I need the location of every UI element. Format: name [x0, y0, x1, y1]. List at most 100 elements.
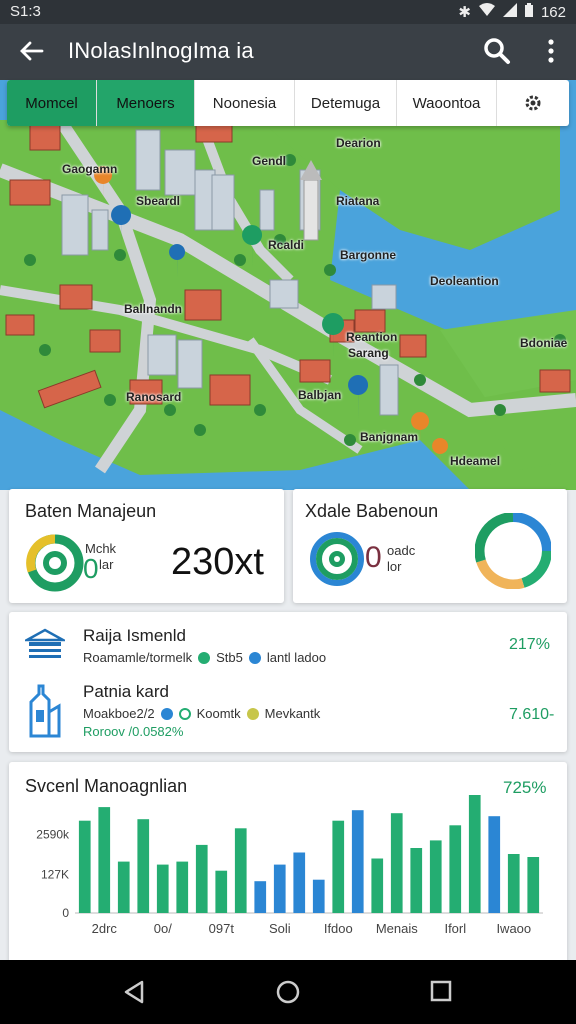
chart-bar[interactable] — [488, 816, 501, 913]
settings-tab[interactable] — [497, 80, 569, 126]
legend-dot — [248, 651, 261, 664]
chart-bar[interactable] — [293, 852, 306, 914]
chart-bar[interactable] — [273, 864, 286, 913]
chart-bar[interactable] — [371, 858, 384, 914]
status-time: S1:3 — [10, 3, 41, 20]
y-tick-label: 127K — [41, 868, 69, 882]
chart-bar[interactable] — [98, 807, 111, 913]
map-label: Gaogamn — [62, 162, 118, 176]
x-tick-label: 097t — [209, 921, 235, 936]
map-label: Ballnandn — [124, 302, 183, 316]
donut-icon — [310, 532, 364, 586]
chart-bar[interactable] — [351, 810, 364, 913]
map-label: Reantion — [346, 330, 398, 344]
list-item-subtext: Roroov /0.0582% — [83, 724, 184, 739]
map-label: Balbjan — [298, 388, 342, 402]
city-icon — [29, 684, 61, 738]
tab-menoers[interactable]: Menoers — [97, 80, 195, 126]
home-nav-icon[interactable] — [274, 978, 302, 1006]
chart-bar[interactable] — [156, 864, 169, 913]
tab-detemuga[interactable]: Detemuga — [295, 80, 397, 126]
donut-value: 0 — [365, 541, 382, 574]
donut-icon — [26, 534, 84, 592]
chart-bar[interactable] — [468, 795, 481, 913]
chart-bar[interactable] — [507, 854, 520, 913]
bar-chart: 0 127K 2590k 2drc 0o/097t Soli Ifdoo Menais Ifor… — [36, 795, 543, 936]
map-label: Bargonne — [340, 248, 397, 262]
chart-bar[interactable] — [195, 844, 208, 913]
y-tick-label: 2590k — [36, 828, 70, 842]
stat-card-right[interactable]: Xdale Babenoun 0 oadc lor — [293, 489, 567, 603]
back-arrow-icon[interactable] — [16, 36, 46, 66]
donut-value: 0 — [83, 553, 99, 584]
donut-label-top: oadc — [387, 543, 416, 558]
app-bar: INolasInlnogIma ia — [0, 24, 576, 80]
wifi-icon — [478, 3, 495, 21]
x-tick-label: Soli — [269, 921, 291, 936]
legend-dot — [246, 707, 259, 720]
map-label: Sbeardl — [136, 194, 181, 208]
map-label: Ranosard — [126, 390, 182, 404]
gear-icon — [525, 95, 541, 111]
list-card: Raija Ismenld Roamamle/tormelk Stb5 lant… — [9, 612, 567, 752]
map-label: Gendl — [252, 154, 287, 168]
donut-label-bottom: lar — [99, 557, 114, 572]
x-tick-label: 2drc — [92, 921, 118, 936]
list-item-legend: Moakboe2/2 Koomtk Mevkantk — [83, 706, 321, 721]
map-label: Deoleantion — [430, 274, 499, 288]
x-tick-label: Menais — [376, 921, 418, 936]
map-label: Sarang — [348, 346, 389, 360]
chart-bar[interactable] — [234, 828, 247, 913]
list-item-value: 7.610- — [509, 706, 555, 723]
more-options-icon[interactable] — [538, 36, 564, 66]
chart-bar[interactable] — [254, 881, 267, 913]
card-title: Xdale Babenoun — [305, 501, 439, 521]
back-nav-icon[interactable] — [120, 978, 148, 1006]
list-item-value: 217% — [509, 636, 550, 653]
x-tick-label: Iforl — [444, 921, 466, 936]
chart-bar[interactable] — [390, 813, 403, 913]
map-label: Bdoniae — [520, 336, 568, 350]
tab-momcel[interactable]: Momcel — [7, 80, 97, 126]
list-item-title: Raija Ismenld — [83, 626, 186, 645]
status-bar: S1:3 ✱ 162 — [0, 0, 576, 24]
y-tick-label: 0 — [62, 906, 69, 920]
map-label: Banjgnam — [360, 430, 419, 444]
map-label: Rcaldi — [268, 238, 305, 252]
chart-card: Svcenl Manoagnlian 725% 0 127K 2590k 2drc 0o… — [9, 762, 567, 982]
ring-chart-icon — [475, 513, 551, 589]
chart-bar[interactable] — [137, 819, 150, 913]
category-tabs: Momcel Menoers Noonesia Detemuga Waoonto… — [7, 80, 569, 126]
stat-card-left[interactable]: Baten Manajeun Mchk lar 0 230xt — [9, 489, 284, 603]
legend-dot — [160, 707, 173, 720]
building-icon — [25, 628, 65, 658]
city-map[interactable]: Gaogamn Gendl Sbeardl Dearion Riatana Ba… — [0, 80, 576, 490]
battery-level: 162 — [540, 3, 566, 21]
page-title: INolasInlnogIma ia — [68, 38, 254, 63]
chart-bar[interactable] — [78, 820, 91, 913]
chart-bar[interactable] — [429, 840, 442, 913]
chart-bar[interactable] — [410, 848, 423, 913]
x-tick-label: 0o/ — [154, 921, 172, 936]
chart-bar[interactable] — [215, 870, 228, 913]
tab-waoontoa[interactable]: Waoontoa — [397, 80, 497, 126]
tab-noonesia[interactable]: Noonesia — [195, 80, 295, 126]
card-title: Baten Manajeun — [25, 501, 157, 521]
list-item-title: Patnia kard — [83, 682, 169, 701]
donut-label-bottom: lor — [387, 559, 402, 574]
recents-nav-icon[interactable] — [428, 978, 454, 1004]
chart-bar[interactable] — [117, 861, 130, 913]
x-tick-label: Iwaoo — [496, 921, 531, 936]
search-icon[interactable] — [482, 36, 512, 66]
chart-bar[interactable] — [527, 857, 540, 913]
list-item-legend: Roamamle/tormelk Stb5 lantl ladoo — [83, 650, 327, 665]
chart-bar[interactable] — [332, 820, 345, 913]
legend-dot — [198, 651, 211, 664]
legend-dot — [178, 707, 191, 720]
chart-bar[interactable] — [176, 861, 189, 913]
chart-bar[interactable] — [312, 879, 325, 913]
chart-bar[interactable] — [449, 825, 462, 913]
map-label: Riatana — [336, 194, 380, 208]
battery-icon — [524, 3, 533, 21]
map-label: Dearion — [336, 136, 381, 150]
